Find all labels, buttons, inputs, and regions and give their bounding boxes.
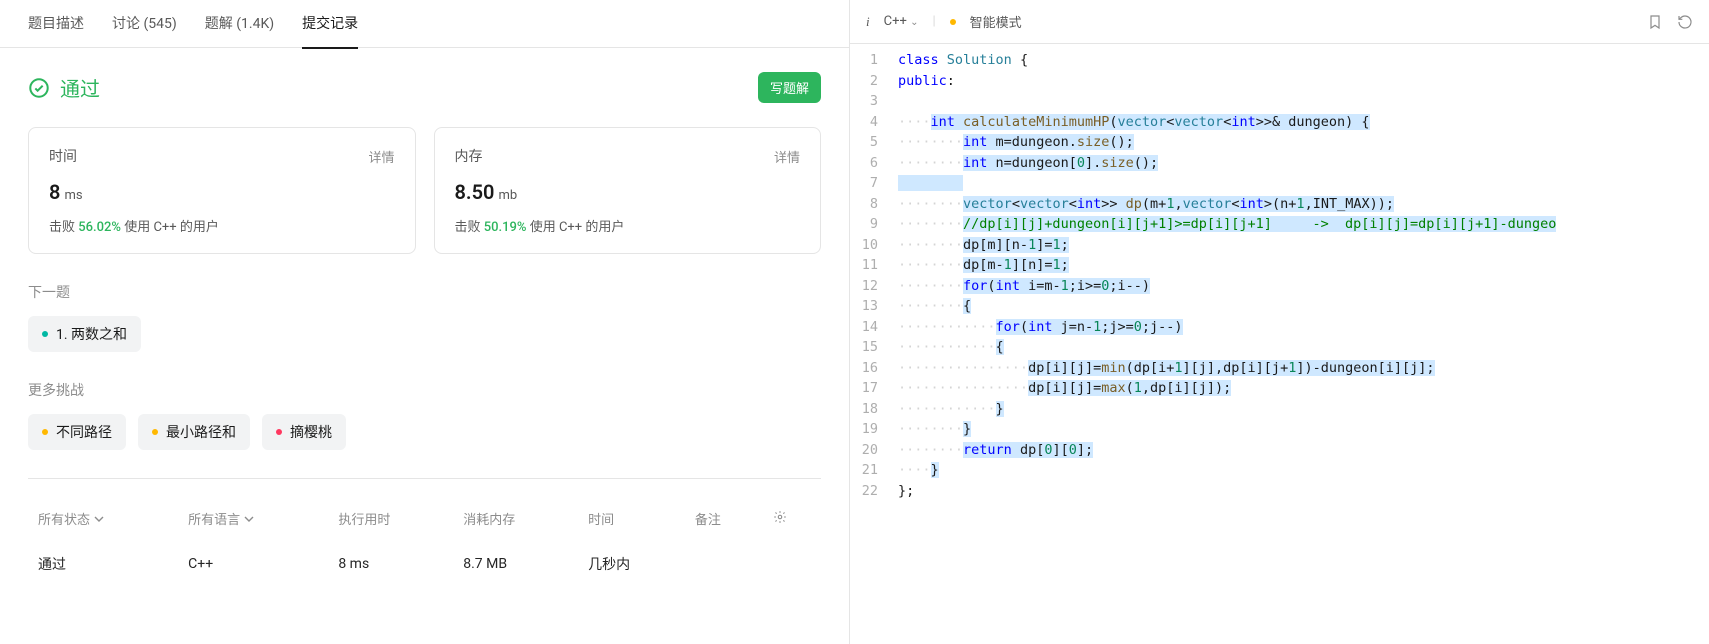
time-value: 8 [49, 180, 60, 204]
filter-status[interactable]: 所有状态 [38, 509, 170, 528]
result-status-text: 通过 [60, 73, 100, 102]
tab-bar: 题目描述 讨论 (545) 题解 (1.4K) 提交记录 [0, 0, 849, 48]
submissions-table: 所有状态 所有语言 执行用时 消耗内存 时间 备注 通过 C++ 8 ms 8.… [28, 497, 821, 590]
time-card-title: 时间 [49, 146, 77, 166]
code-content[interactable]: class Solution { public: ····int calcula… [898, 50, 1709, 644]
next-question-chip[interactable]: 1. 两数之和 [28, 316, 141, 352]
tab-solutions[interactable]: 题解 (1.4K) [205, 0, 274, 49]
chevron-down-icon [94, 514, 104, 524]
description-pane: 题目描述 讨论 (545) 题解 (1.4K) 提交记录 通过 写题解 时间 详… [0, 0, 850, 644]
filter-language[interactable]: 所有语言 [188, 509, 320, 528]
memory-value: 8.50 [455, 180, 495, 204]
time-card: 时间 详情 8 ms 击败 56.02% 使用 C++ 的用户 [28, 127, 416, 254]
info-icon[interactable]: i [866, 14, 870, 30]
memory-unit: mb [498, 188, 517, 203]
challenge-chip-a[interactable]: 不同路径 [28, 414, 126, 450]
tab-discuss[interactable]: 讨论 (545) [112, 0, 177, 49]
more-challenges-title: 更多挑战 [28, 380, 821, 400]
chevron-down-icon: ⌄ [910, 17, 918, 28]
row-status: 通过 [30, 540, 178, 588]
checkmark-circle-icon [28, 77, 50, 99]
memory-card: 内存 详情 8.50 mb 击败 50.19% 使用 C++ 的用户 [434, 127, 822, 254]
language-selector[interactable]: C++ ⌄ [884, 14, 919, 29]
challenge-chip-c[interactable]: 摘樱桃 [262, 414, 346, 450]
gear-icon[interactable] [773, 510, 787, 524]
row-runtime: 8 ms [330, 540, 453, 588]
table-row[interactable]: 通过 C++ 8 ms 8.7 MB 几秒内 [30, 540, 819, 588]
col-runtime: 执行用时 [330, 499, 453, 538]
difficulty-dot-easy [42, 331, 48, 337]
difficulty-dot-hard [276, 429, 282, 435]
editor-toolbar: i C++ ⌄ | 智能模式 [850, 0, 1709, 44]
mode-indicator-dot [950, 19, 956, 25]
result-status: 通过 [28, 73, 100, 102]
tab-submissions[interactable]: 提交记录 [302, 0, 358, 49]
row-time: 几秒内 [580, 540, 685, 588]
next-question-title: 下一题 [28, 282, 821, 302]
challenge-chip-b[interactable]: 最小路径和 [138, 414, 250, 450]
row-memory: 8.7 MB [455, 540, 578, 588]
time-unit: ms [64, 188, 82, 203]
write-solution-button[interactable]: 写题解 [758, 72, 821, 103]
time-beats-pct: 56.02% [78, 220, 121, 235]
time-card-detail-link[interactable]: 详情 [368, 147, 394, 166]
memory-card-detail-link[interactable]: 详情 [774, 147, 800, 166]
code-editor[interactable]: 12345678910111213141516171819202122 clas… [850, 44, 1709, 644]
col-time: 时间 [580, 499, 685, 538]
row-lang: C++ [180, 540, 328, 588]
col-note: 备注 [687, 499, 763, 538]
difficulty-dot-medium [42, 429, 48, 435]
line-number-gutter: 12345678910111213141516171819202122 [850, 50, 898, 644]
tab-description[interactable]: 题目描述 [28, 0, 84, 49]
bookmark-icon[interactable] [1647, 14, 1663, 30]
editor-mode-label: 智能模式 [970, 12, 1022, 31]
code-editor-pane: i C++ ⌄ | 智能模式 1234567891011121314151617… [850, 0, 1709, 644]
memory-card-title: 内存 [455, 146, 483, 166]
difficulty-dot-medium [152, 429, 158, 435]
chevron-down-icon [244, 514, 254, 524]
memory-beats-pct: 50.19% [484, 220, 527, 235]
reset-icon[interactable] [1677, 14, 1693, 30]
col-memory: 消耗内存 [455, 499, 578, 538]
